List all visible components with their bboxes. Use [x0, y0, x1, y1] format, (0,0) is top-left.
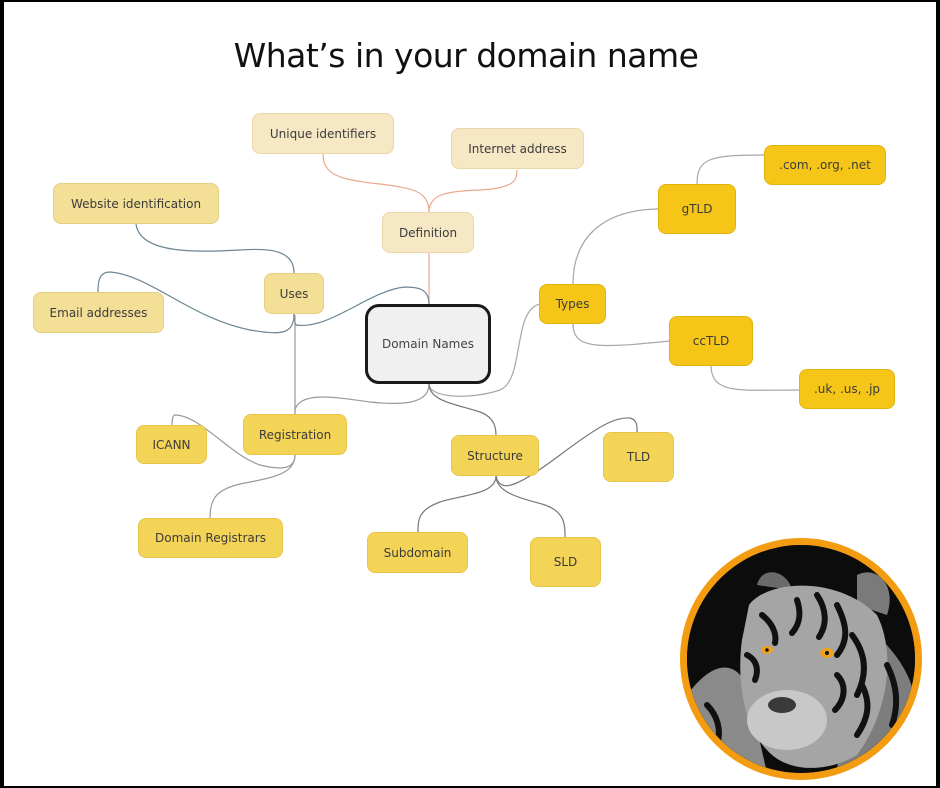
tiger-avatar [680, 538, 922, 780]
node-website-identification[interactable]: Website identification [53, 183, 219, 224]
node-structure[interactable]: Structure [451, 435, 539, 476]
tiger-image [687, 545, 915, 773]
node-uses[interactable]: Uses [264, 273, 324, 314]
node-email-addresses[interactable]: Email addresses [33, 292, 164, 333]
connector-types-gtld [572, 208, 659, 285]
node-types[interactable]: Types [539, 284, 606, 324]
connector-center-registration [294, 383, 430, 415]
node-gtld[interactable]: gTLD [658, 184, 736, 234]
node-cctld-examples[interactable]: .uk, .us, .jp [799, 369, 895, 409]
tiger-illustration [687, 545, 915, 773]
connector-types-cctld [572, 323, 671, 347]
node-subdomain[interactable]: Subdomain [367, 532, 468, 573]
connector-definition-unique [322, 153, 430, 213]
node-domain-registrars[interactable]: Domain Registrars [138, 518, 283, 558]
node-definition[interactable]: Definition [382, 212, 474, 253]
center-node-domain-names[interactable]: Domain Names [365, 304, 491, 384]
node-icann[interactable]: ICANN [136, 425, 207, 464]
connector-gtld-example [696, 154, 766, 185]
connector-definition-internet [428, 169, 518, 213]
connector-structure-subdomain [417, 475, 497, 533]
node-unique-identifiers[interactable]: Unique identifiers [252, 113, 394, 154]
node-sld[interactable]: SLD [530, 537, 601, 587]
node-gtld-examples[interactable]: .com, .org, .net [764, 145, 886, 185]
node-tld[interactable]: TLD [603, 432, 674, 482]
connector-registration-registrars [209, 454, 296, 519]
node-cctld[interactable]: ccTLD [669, 316, 753, 366]
node-registration[interactable]: Registration [243, 414, 347, 455]
node-internet-address[interactable]: Internet address [451, 128, 584, 169]
connector-uses-website [135, 223, 295, 274]
connector-cctld-example [710, 364, 801, 391]
connector-center-structure [428, 383, 497, 437]
